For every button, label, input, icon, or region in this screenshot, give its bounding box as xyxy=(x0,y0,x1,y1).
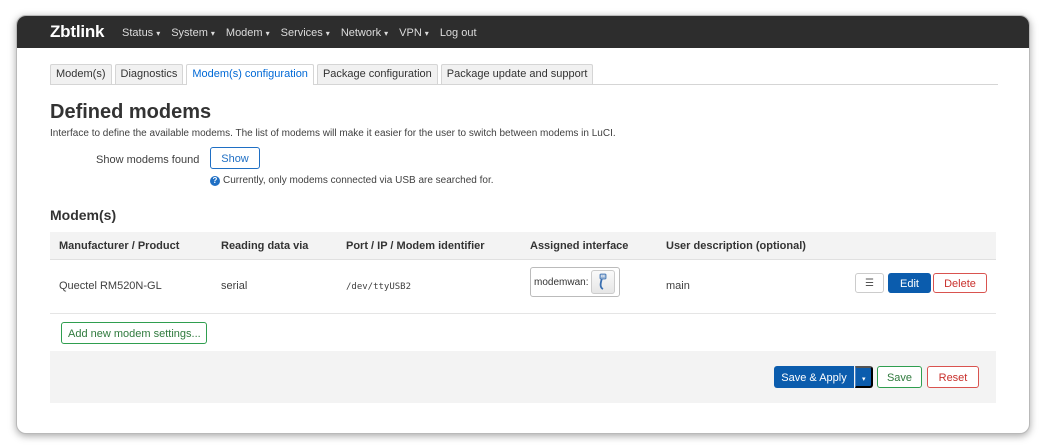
brand-logo[interactable]: Zbtlink xyxy=(50,22,105,42)
interface-badge: modemwan: xyxy=(530,267,620,297)
modems-table: Manufacturer / Product Reading data via … xyxy=(50,232,996,314)
tab-modems[interactable]: Modem(s) xyxy=(50,64,112,84)
network-cable-icon xyxy=(591,270,616,294)
add-modem-button[interactable]: Add new modem settings... xyxy=(61,322,207,344)
chevron-down-icon: ▾ xyxy=(156,29,161,38)
interface-label: modemwan: xyxy=(534,276,589,288)
section-title: Modem(s) xyxy=(50,207,117,223)
page-description: Interface to define the available modems… xyxy=(50,128,616,139)
browser-window: Zbtlink Status ▾ System ▾ Modem ▾ Services ▾… xyxy=(16,15,1030,434)
menu-status[interactable]: Status ▾ xyxy=(122,27,160,39)
cell-port: /dev/ttyUSB2 xyxy=(346,282,412,292)
tab-bar: Modem(s) Diagnostics Modem(s) configurat… xyxy=(50,64,998,85)
tab-package-configuration[interactable]: Package configuration xyxy=(316,64,438,84)
col-description: User description (optional) xyxy=(666,240,806,252)
chevron-down-icon: ▾ xyxy=(210,29,215,38)
reset-button[interactable]: Reset xyxy=(927,366,979,388)
menu-network[interactable]: Network ▾ xyxy=(341,27,388,39)
menu-logout[interactable]: Log out xyxy=(440,27,477,39)
col-interface: Assigned interface xyxy=(530,240,629,252)
info-icon: ? xyxy=(210,175,220,186)
col-port: Port / IP / Modem identifier xyxy=(346,240,485,252)
usb-hint: ? Currently, only modems connected via U… xyxy=(210,175,494,186)
table-row: Quectel RM520N-GL serial /dev/ttyUSB2 mo… xyxy=(50,260,996,314)
main-menu: Status ▾ System ▾ Modem ▾ Services ▾ Network… xyxy=(122,27,488,39)
menu-modem[interactable]: Modem ▾ xyxy=(226,27,270,39)
delete-button[interactable]: Delete xyxy=(933,273,987,293)
cell-product: Quectel RM520N-GL xyxy=(59,280,162,292)
edit-button[interactable]: Edit xyxy=(888,273,931,293)
hint-text: Currently, only modems connected via USB… xyxy=(223,175,494,186)
save-apply-dropdown[interactable]: ▾ xyxy=(855,366,873,388)
top-navbar: Zbtlink Status ▾ System ▾ Modem ▾ Services ▾… xyxy=(17,16,1029,48)
action-footer: Save & Apply ▾ Save Reset xyxy=(50,351,996,403)
menu-vpn[interactable]: VPN ▾ xyxy=(399,27,429,39)
menu-services[interactable]: Services ▾ xyxy=(281,27,330,39)
cell-via: serial xyxy=(221,280,248,292)
page-title: Defined modems xyxy=(50,101,212,123)
menu-system[interactable]: System ▾ xyxy=(171,27,215,39)
save-apply-button[interactable]: Save & Apply xyxy=(774,366,854,388)
save-button[interactable]: Save xyxy=(877,366,922,388)
chevron-down-icon: ▾ xyxy=(325,29,330,38)
tab-package-update[interactable]: Package update and support xyxy=(440,64,594,84)
col-manufacturer: Manufacturer / Product xyxy=(59,240,180,252)
tab-diagnostics[interactable]: Diagnostics xyxy=(114,64,184,84)
show-button[interactable]: Show xyxy=(210,147,260,169)
tab-modems-configuration[interactable]: Modem(s) configuration xyxy=(186,64,314,85)
chevron-down-icon: ▾ xyxy=(384,29,389,38)
cell-description: main xyxy=(666,280,690,292)
col-reading-via: Reading data via xyxy=(221,240,309,252)
row-menu-button[interactable]: ☰ xyxy=(855,273,884,293)
chevron-down-icon: ▾ xyxy=(424,29,429,38)
chevron-down-icon: ▾ xyxy=(265,29,270,38)
show-modems-label: Show modems found xyxy=(96,154,200,166)
table-header: Manufacturer / Product Reading data via … xyxy=(50,232,996,260)
